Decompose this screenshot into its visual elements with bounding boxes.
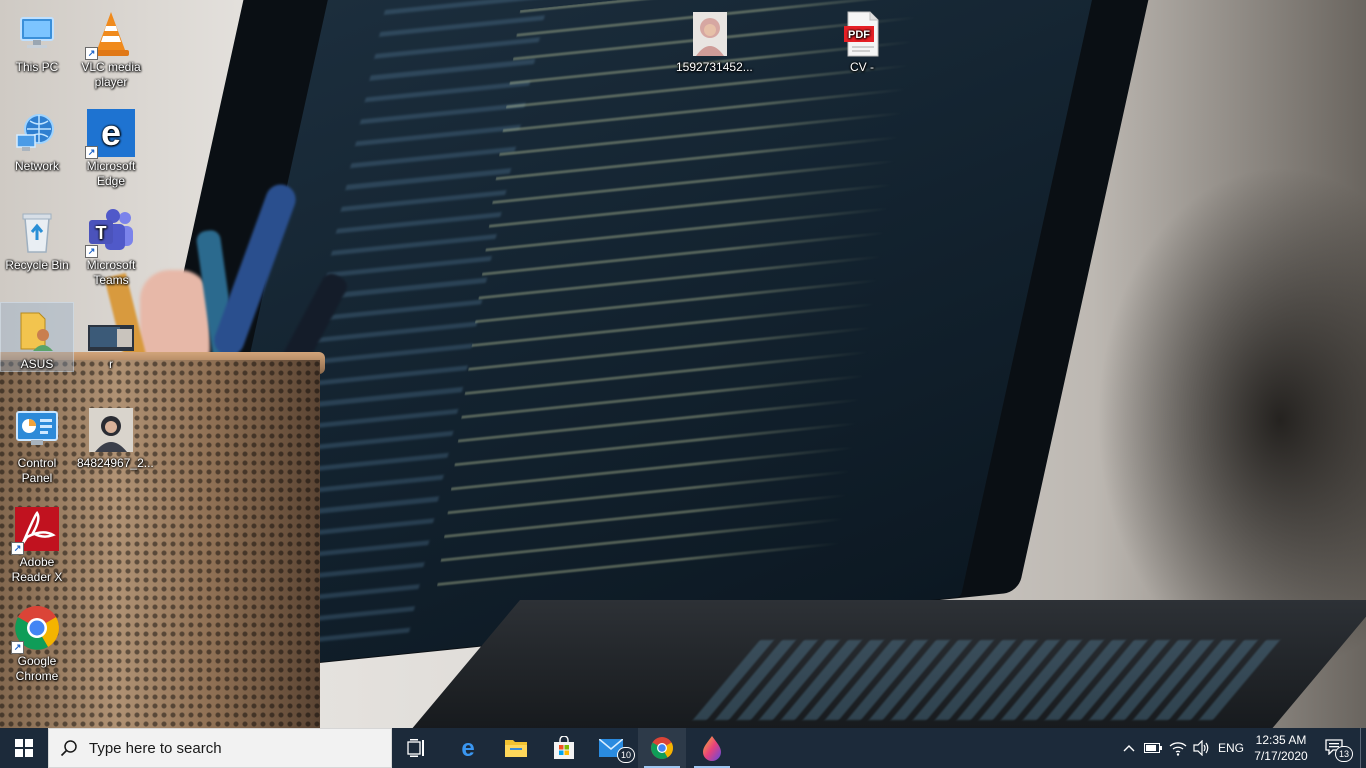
photo-thumbnail-icon [686, 10, 734, 58]
battery-button[interactable] [1142, 728, 1164, 768]
pdf-file-icon: PDF [838, 10, 886, 58]
folder-icon [505, 740, 527, 757]
volume-icon [1193, 740, 1209, 756]
desktop-icon-photo-1592731452[interactable]: 1592731452... [674, 6, 753, 75]
control-panel-icon [13, 406, 61, 454]
input-language-button[interactable]: ENG [1214, 728, 1248, 768]
notification-count-badge: 13 [1335, 746, 1353, 762]
desktop-icon-user-folder[interactable]: ASUS [0, 302, 74, 372]
desktop-icon-vlc[interactable]: ↗ VLC media player [75, 6, 147, 90]
shortcut-arrow-icon: ↗ [85, 245, 98, 258]
clock-date: 7/17/2020 [1254, 749, 1308, 763]
wallpaper-code-lines [433, 0, 970, 607]
clock-button[interactable]: 12:35 AM 7/17/2020 [1250, 728, 1312, 768]
desktop-icon-microsoft-teams[interactable]: T ↗ Microsoft Teams [75, 204, 147, 288]
task-view-button[interactable] [395, 728, 439, 768]
desktop-icon-google-chrome[interactable]: ↗ Google Chrome [1, 600, 73, 684]
taskbar-mail-button[interactable]: 10 [588, 728, 636, 768]
taskbar-chrome-button[interactable] [638, 728, 686, 768]
teams-icon: T ↗ [85, 208, 135, 258]
mail-badge: 10 [617, 747, 635, 763]
photo-thumbnail-icon [87, 406, 135, 454]
svg-text:e: e [461, 736, 474, 760]
desktop-icon-this-pc[interactable]: This PC [1, 6, 73, 75]
chrome-icon: ↗ [11, 604, 61, 654]
volume-button[interactable] [1190, 728, 1214, 768]
svg-text:T: T [96, 223, 107, 243]
desktop-icon-adobe-reader[interactable]: ↗ Adobe Reader X [1, 501, 73, 585]
desktop-icon-recycle-bin[interactable]: Recycle Bin [1, 204, 73, 273]
recycle-bin-icon [13, 208, 61, 256]
desktop-wallpaper: This PC Network Recycle Bin ASUS Control… [0, 0, 1366, 728]
network-icon [13, 109, 61, 157]
image-thumbnail-icon [87, 307, 135, 355]
taskbar: Type here to search e 10 ENG 12:35 AM 7/… [0, 728, 1366, 768]
drop-icon [703, 736, 721, 761]
taskbar-edge-button[interactable]: e [444, 728, 492, 768]
search-placeholder: Type here to search [89, 739, 222, 757]
chevron-up-icon [1123, 745, 1135, 752]
language-label: ENG [1217, 741, 1244, 755]
shortcut-arrow-icon: ↗ [85, 146, 98, 159]
clock-time: 12:35 AM [1255, 733, 1307, 747]
show-hidden-icons-button[interactable] [1118, 728, 1140, 768]
taskbar-store-button[interactable] [540, 728, 588, 768]
taskbar-drop-app-button[interactable] [688, 728, 736, 768]
wallpaper-keyboard-keys [692, 640, 1280, 720]
vlc-icon: ↗ [85, 10, 135, 60]
task-view-icon [407, 739, 424, 757]
edge-icon: e [461, 736, 474, 760]
battery-icon [1144, 743, 1162, 753]
edge-icon: e ↗ [85, 109, 135, 159]
network-status-button[interactable] [1166, 728, 1190, 768]
adobe-reader-icon: ↗ [11, 505, 61, 555]
wallpaper-eraser [140, 270, 210, 360]
taskbar-search-box[interactable]: Type here to search [48, 728, 392, 768]
svg-text:e: e [101, 112, 121, 153]
shortcut-arrow-icon: ↗ [11, 641, 24, 654]
svg-text:PDF: PDF [848, 29, 870, 41]
shortcut-arrow-icon: ↗ [11, 542, 24, 555]
show-desktop-button[interactable] [1360, 728, 1366, 768]
chrome-icon [651, 737, 673, 759]
wifi-icon [1169, 742, 1187, 756]
desktop-icon-photo-84824967[interactable]: 84824967_2... [75, 402, 154, 471]
start-button[interactable] [0, 728, 48, 768]
desktop-icon-r-image[interactable]: r [75, 303, 147, 372]
this-pc-icon [13, 10, 61, 58]
taskbar-file-explorer-button[interactable] [492, 728, 540, 768]
user-folder-icon [13, 307, 61, 355]
desktop-icon-cv-pdf[interactable]: PDF CV - [826, 6, 898, 75]
desktop-icon-network[interactable]: Network [1, 105, 73, 174]
search-icon [49, 739, 89, 757]
action-center-button[interactable]: 13 [1316, 728, 1356, 768]
store-icon [554, 736, 574, 759]
desktop-icon-control-panel[interactable]: Control Panel [1, 402, 73, 486]
shortcut-arrow-icon: ↗ [85, 47, 98, 60]
windows-logo-icon [15, 739, 33, 757]
desktop-icon-microsoft-edge[interactable]: e ↗ Microsoft Edge [75, 105, 147, 189]
